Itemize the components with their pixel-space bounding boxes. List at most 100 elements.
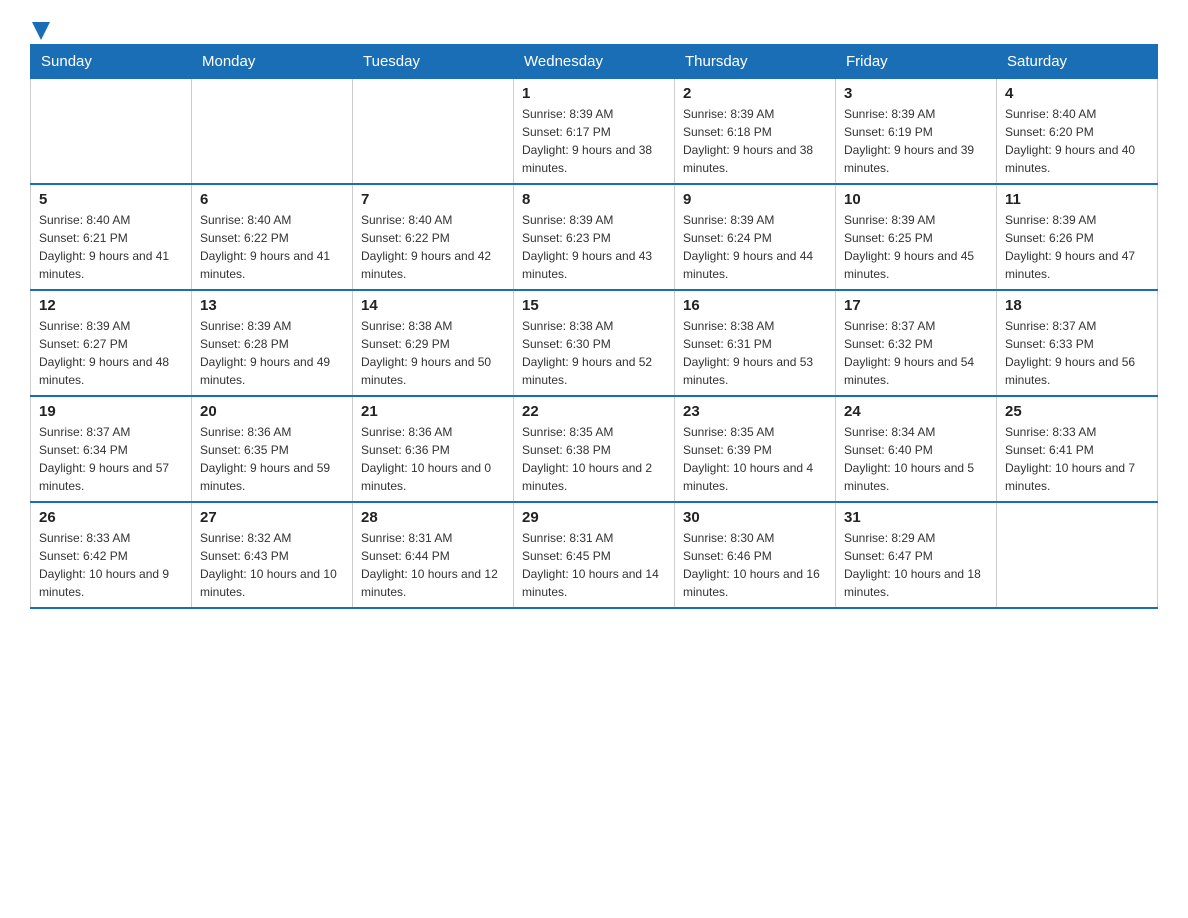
calendar-cell xyxy=(31,79,192,185)
weekday-header-tuesday: Tuesday xyxy=(353,45,514,79)
day-number: 6 xyxy=(200,191,344,208)
day-number: 1 xyxy=(522,85,666,102)
day-number: 5 xyxy=(39,191,183,208)
day-number: 30 xyxy=(683,509,827,526)
weekday-header-wednesday: Wednesday xyxy=(514,45,675,79)
calendar-cell xyxy=(997,502,1158,608)
day-info: Sunrise: 8:40 AMSunset: 6:20 PMDaylight:… xyxy=(1005,105,1149,177)
day-info: Sunrise: 8:36 AMSunset: 6:35 PMDaylight:… xyxy=(200,423,344,495)
day-info: Sunrise: 8:39 AMSunset: 6:28 PMDaylight:… xyxy=(200,317,344,389)
calendar-cell: 25Sunrise: 8:33 AMSunset: 6:41 PMDayligh… xyxy=(997,396,1158,502)
logo xyxy=(30,20,50,34)
day-info: Sunrise: 8:37 AMSunset: 6:32 PMDaylight:… xyxy=(844,317,988,389)
day-number: 27 xyxy=(200,509,344,526)
day-number: 24 xyxy=(844,403,988,420)
calendar-cell: 31Sunrise: 8:29 AMSunset: 6:47 PMDayligh… xyxy=(836,502,997,608)
day-number: 22 xyxy=(522,403,666,420)
calendar-cell: 26 Sunrise: 8:33 AMSunset: 6:42 PMDayligh… xyxy=(31,502,192,608)
calendar-cell: 4 Sunrise: 8:40 AMSunset: 6:20 PMDaylight… xyxy=(997,79,1158,185)
day-info: Sunrise: 8:39 AMSunset: 6:18 PMDaylight:… xyxy=(683,105,827,177)
calendar-cell: 11 Sunrise: 8:39 AMSunset: 6:26 PMDayligh… xyxy=(997,184,1158,290)
day-info: Sunrise: 8:39 AMSunset: 6:25 PMDaylight:… xyxy=(844,211,988,283)
day-info: Sunrise: 8:31 AMSunset: 6:44 PMDaylight:… xyxy=(361,529,505,601)
day-info: Sunrise: 8:30 AMSunset: 6:46 PMDaylight:… xyxy=(683,529,827,601)
day-info: Sunrise: 8:40 AMSunset: 6:21 PMDaylight:… xyxy=(39,211,183,283)
day-number: 19 xyxy=(39,403,183,420)
weekday-header-saturday: Saturday xyxy=(997,45,1158,79)
calendar-cell: 12 Sunrise: 8:39 AMSunset: 6:27 PMDayligh… xyxy=(31,290,192,396)
calendar-week-row: 19 Sunrise: 8:37 AMSunset: 6:34 PMDayligh… xyxy=(31,396,1158,502)
day-number: 21 xyxy=(361,403,505,420)
day-number: 31 xyxy=(844,509,988,526)
day-info: Sunrise: 8:39 AMSunset: 6:26 PMDaylight:… xyxy=(1005,211,1149,283)
calendar-cell: 17 Sunrise: 8:37 AMSunset: 6:32 PMDayligh… xyxy=(836,290,997,396)
day-info: Sunrise: 8:33 AMSunset: 6:41 PMDaylight:… xyxy=(1005,423,1149,495)
calendar-cell: 5 Sunrise: 8:40 AMSunset: 6:21 PMDaylight… xyxy=(31,184,192,290)
day-number: 9 xyxy=(683,191,827,208)
day-number: 4 xyxy=(1005,85,1149,102)
calendar-cell: 22 Sunrise: 8:35 AMSunset: 6:38 PMDayligh… xyxy=(514,396,675,502)
day-info: Sunrise: 8:39 AMSunset: 6:19 PMDaylight:… xyxy=(844,105,988,177)
calendar-cell: 7 Sunrise: 8:40 AMSunset: 6:22 PMDaylight… xyxy=(353,184,514,290)
calendar-week-row: 5 Sunrise: 8:40 AMSunset: 6:21 PMDaylight… xyxy=(31,184,1158,290)
calendar-cell: 23 Sunrise: 8:35 AMSunset: 6:39 PMDayligh… xyxy=(675,396,836,502)
calendar-cell: 21 Sunrise: 8:36 AMSunset: 6:36 PMDayligh… xyxy=(353,396,514,502)
day-info: Sunrise: 8:37 AMSunset: 6:34 PMDaylight:… xyxy=(39,423,183,495)
day-info: Sunrise: 8:35 AMSunset: 6:39 PMDaylight:… xyxy=(683,423,827,495)
calendar-cell: 20 Sunrise: 8:36 AMSunset: 6:35 PMDayligh… xyxy=(192,396,353,502)
calendar-cell: 10 Sunrise: 8:39 AMSunset: 6:25 PMDayligh… xyxy=(836,184,997,290)
day-number: 13 xyxy=(200,297,344,314)
day-number: 3 xyxy=(844,85,988,102)
calendar-week-row: 1 Sunrise: 8:39 AMSunset: 6:17 PMDaylight… xyxy=(31,79,1158,185)
day-number: 14 xyxy=(361,297,505,314)
day-info: Sunrise: 8:38 AMSunset: 6:30 PMDaylight:… xyxy=(522,317,666,389)
day-info: Sunrise: 8:35 AMSunset: 6:38 PMDaylight:… xyxy=(522,423,666,495)
calendar-cell: 16 Sunrise: 8:38 AMSunset: 6:31 PMDayligh… xyxy=(675,290,836,396)
calendar-cell: 24 Sunrise: 8:34 AMSunset: 6:40 PMDayligh… xyxy=(836,396,997,502)
day-number: 26 xyxy=(39,509,183,526)
day-number: 8 xyxy=(522,191,666,208)
calendar-cell: 15Sunrise: 8:38 AMSunset: 6:30 PMDayligh… xyxy=(514,290,675,396)
calendar-cell: 29 Sunrise: 8:31 AMSunset: 6:45 PMDayligh… xyxy=(514,502,675,608)
day-info: Sunrise: 8:31 AMSunset: 6:45 PMDaylight:… xyxy=(522,529,666,601)
calendar-cell: 8 Sunrise: 8:39 AMSunset: 6:23 PMDaylight… xyxy=(514,184,675,290)
calendar-cell: 27Sunrise: 8:32 AMSunset: 6:43 PMDayligh… xyxy=(192,502,353,608)
weekday-header-row: SundayMondayTuesdayWednesdayThursdayFrid… xyxy=(31,45,1158,79)
day-number: 2 xyxy=(683,85,827,102)
day-number: 11 xyxy=(1005,191,1149,208)
calendar-cell: 9Sunrise: 8:39 AMSunset: 6:24 PMDaylight… xyxy=(675,184,836,290)
day-info: Sunrise: 8:40 AMSunset: 6:22 PMDaylight:… xyxy=(200,211,344,283)
calendar-cell xyxy=(192,79,353,185)
day-number: 20 xyxy=(200,403,344,420)
calendar-table: SundayMondayTuesdayWednesdayThursdayFrid… xyxy=(30,44,1158,609)
page-header xyxy=(30,20,1158,34)
day-number: 17 xyxy=(844,297,988,314)
calendar-cell: 1 Sunrise: 8:39 AMSunset: 6:17 PMDaylight… xyxy=(514,79,675,185)
calendar-cell: 18Sunrise: 8:37 AMSunset: 6:33 PMDayligh… xyxy=(997,290,1158,396)
day-number: 16 xyxy=(683,297,827,314)
day-number: 23 xyxy=(683,403,827,420)
day-info: Sunrise: 8:36 AMSunset: 6:36 PMDaylight:… xyxy=(361,423,505,495)
calendar-cell: 28 Sunrise: 8:31 AMSunset: 6:44 PMDayligh… xyxy=(353,502,514,608)
weekday-header-sunday: Sunday xyxy=(31,45,192,79)
day-info: Sunrise: 8:34 AMSunset: 6:40 PMDaylight:… xyxy=(844,423,988,495)
day-info: Sunrise: 8:38 AMSunset: 6:29 PMDaylight:… xyxy=(361,317,505,389)
calendar-cell: 30 Sunrise: 8:30 AMSunset: 6:46 PMDayligh… xyxy=(675,502,836,608)
day-number: 7 xyxy=(361,191,505,208)
calendar-cell: 19 Sunrise: 8:37 AMSunset: 6:34 PMDayligh… xyxy=(31,396,192,502)
day-info: Sunrise: 8:39 AMSunset: 6:17 PMDaylight:… xyxy=(522,105,666,177)
weekday-header-monday: Monday xyxy=(192,45,353,79)
weekday-header-thursday: Thursday xyxy=(675,45,836,79)
day-info: Sunrise: 8:37 AMSunset: 6:33 PMDaylight:… xyxy=(1005,317,1149,389)
day-number: 29 xyxy=(522,509,666,526)
day-number: 28 xyxy=(361,509,505,526)
day-info: Sunrise: 8:39 AMSunset: 6:27 PMDaylight:… xyxy=(39,317,183,389)
day-info: Sunrise: 8:40 AMSunset: 6:22 PMDaylight:… xyxy=(361,211,505,283)
day-info: Sunrise: 8:33 AMSunset: 6:42 PMDaylight:… xyxy=(39,529,183,601)
day-info: Sunrise: 8:39 AMSunset: 6:23 PMDaylight:… xyxy=(522,211,666,283)
day-number: 12 xyxy=(39,297,183,314)
day-number: 10 xyxy=(844,191,988,208)
logo-triangle-icon xyxy=(32,22,50,40)
day-info: Sunrise: 8:38 AMSunset: 6:31 PMDaylight:… xyxy=(683,317,827,389)
calendar-cell: 2 Sunrise: 8:39 AMSunset: 6:18 PMDaylight… xyxy=(675,79,836,185)
